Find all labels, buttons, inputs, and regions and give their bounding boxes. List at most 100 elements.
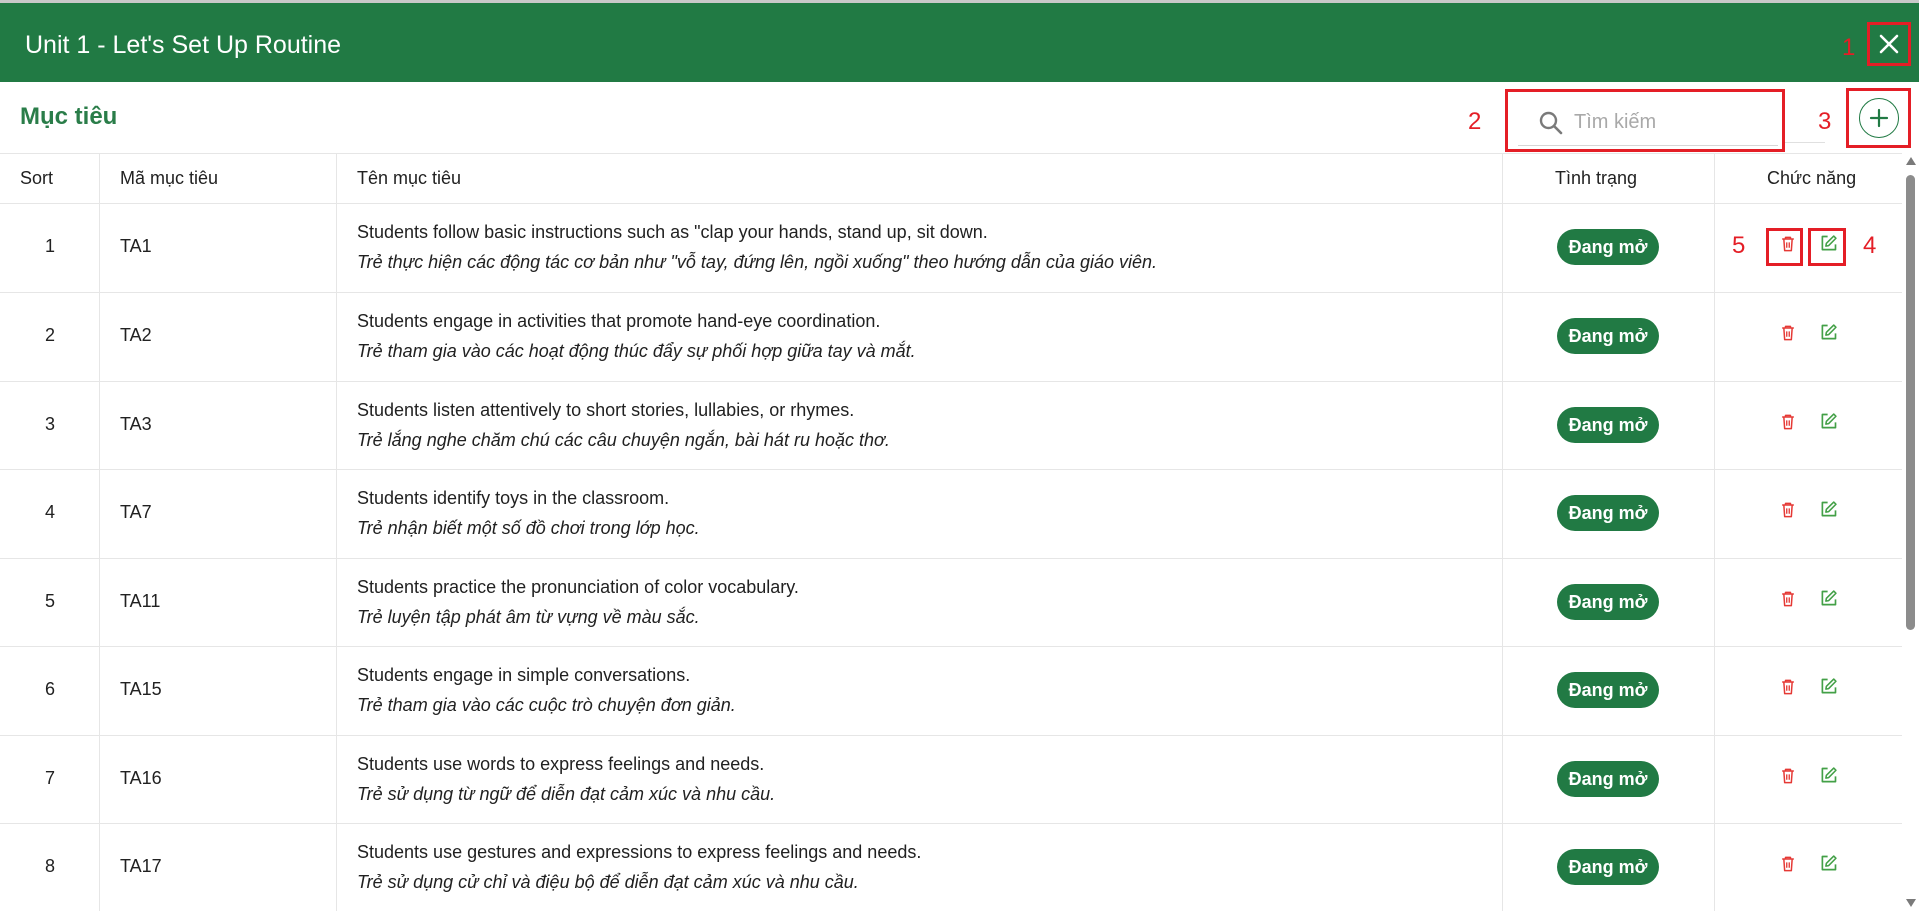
edit-button[interactable]: [1816, 323, 1840, 347]
column-header-status[interactable]: Tình trạng: [1555, 167, 1637, 189]
edit-icon: [1818, 853, 1839, 879]
status-badge[interactable]: Đang mở: [1557, 761, 1659, 797]
trash-icon: [1778, 677, 1798, 702]
cell-name-en: Students listen attentively to short sto…: [357, 400, 855, 420]
edit-button[interactable]: [1816, 677, 1840, 701]
scroll-up-arrow[interactable]: [1906, 157, 1916, 165]
cell-name-vi: Trẻ luyện tập phát âm từ vựng về màu sắc…: [357, 607, 700, 627]
cell-name-vi: Trẻ sử dụng từ ngữ để diễn đạt cảm xúc v…: [357, 784, 776, 804]
delete-button[interactable]: [1776, 500, 1800, 524]
cell-name-vi: Trẻ sử dụng cử chỉ và điệu bộ để diễn đạ…: [357, 872, 859, 892]
column-divider: [1502, 153, 1503, 911]
edit-button[interactable]: [1816, 500, 1840, 524]
cell-sort: 8: [44, 856, 55, 876]
status-badge[interactable]: Đang mở: [1557, 672, 1659, 708]
trash-icon: [1778, 589, 1798, 614]
scroll-thumb[interactable]: [1906, 175, 1915, 630]
status-badge[interactable]: Đang mở: [1557, 318, 1659, 354]
annotation-3: 3: [1818, 108, 1832, 135]
delete-button[interactable]: [1776, 766, 1800, 790]
close-button[interactable]: [1867, 22, 1911, 66]
search-input[interactable]: [1574, 105, 1769, 139]
cell-name-vi: Trẻ tham gia vào các hoạt động thúc đẩy …: [357, 341, 916, 361]
cell-name-en: Students engage in simple conversations.: [357, 665, 691, 685]
trash-icon: [1778, 500, 1798, 525]
cell-name-vi: Trẻ lắng nghe chăm chú các câu chuyện ng…: [357, 430, 890, 450]
annotation-5: 5: [1732, 232, 1746, 259]
edit-button[interactable]: [1816, 589, 1840, 613]
edit-button[interactable]: [1816, 412, 1840, 436]
edit-icon: [1818, 499, 1839, 525]
cell-sort: 6: [44, 679, 55, 699]
cell-sort: 1: [44, 236, 55, 256]
edit-icon: [1818, 411, 1839, 437]
cell-name-en: Students practice the pronunciation of c…: [357, 577, 799, 597]
annotation-2: 2: [1468, 108, 1482, 135]
scroll-down-arrow[interactable]: [1906, 899, 1916, 907]
delete-highlight: [1766, 228, 1803, 266]
vertical-scrollbar[interactable]: [1902, 153, 1919, 911]
cell-code: TA2: [120, 325, 152, 345]
cell-name-vi: Trẻ nhận biết một số đồ chơi trong lớp h…: [357, 518, 700, 538]
cell-name-en: Students engage in activities that promo…: [357, 311, 881, 331]
add-highlight: [1846, 88, 1911, 148]
delete-button[interactable]: [1776, 854, 1800, 878]
cell-name-vi: Trẻ tham gia vào các cuộc trò chuyện đơn…: [357, 695, 736, 715]
edit-highlight: [1808, 228, 1846, 266]
edit-icon: [1818, 588, 1839, 614]
plus-icon: [1869, 108, 1889, 128]
status-badge[interactable]: Đang mở: [1557, 849, 1659, 885]
cell-name-en: Students identify toys in the classroom.: [357, 488, 670, 508]
annotation-1: 1: [1842, 34, 1856, 61]
column-divider: [99, 153, 100, 911]
search-highlight: [1505, 89, 1785, 152]
status-badge[interactable]: Đang mở: [1557, 229, 1659, 265]
cell-name-en: Students use words to express feelings a…: [357, 754, 765, 774]
trash-icon: [1778, 766, 1798, 791]
column-header-sort[interactable]: Sort: [20, 167, 53, 189]
cell-name-en: Students use gestures and expressions to…: [357, 842, 922, 862]
edit-icon: [1818, 765, 1839, 791]
delete-button[interactable]: [1776, 677, 1800, 701]
cell-code: TA17: [120, 856, 162, 876]
delete-button[interactable]: [1776, 589, 1800, 613]
cell-code: TA11: [120, 591, 161, 611]
edit-icon: [1818, 676, 1839, 702]
cell-name-vi: Trẻ thực hiện các động tác cơ bản như "v…: [357, 252, 1158, 272]
dialog-header: Unit 1 - Let's Set Up Routine: [0, 3, 1919, 82]
status-badge[interactable]: Đang mở: [1557, 584, 1659, 620]
edit-icon: [1818, 322, 1839, 348]
status-badge[interactable]: Đang mở: [1557, 407, 1659, 443]
cell-code: TA1: [120, 236, 152, 256]
section-title: Mục tiêu: [20, 103, 118, 130]
cell-sort: 2: [44, 325, 55, 345]
edit-button[interactable]: [1816, 854, 1840, 878]
cell-sort: 4: [44, 502, 55, 522]
column-header-name[interactable]: Tên mục tiêu: [357, 167, 461, 189]
annotation-4: 4: [1863, 232, 1877, 259]
add-button[interactable]: [1859, 98, 1899, 138]
cell-code: TA3: [120, 414, 152, 434]
trash-icon: [1778, 412, 1798, 437]
delete-button[interactable]: [1776, 412, 1800, 436]
edit-button[interactable]: [1816, 766, 1840, 790]
cell-code: TA15: [120, 679, 162, 699]
search-icon: [1539, 111, 1563, 135]
cell-sort: 7: [44, 768, 55, 788]
cell-code: TA16: [120, 768, 162, 788]
column-header-actions: Chức năng: [1767, 168, 1857, 188]
cell-code: TA7: [120, 502, 152, 522]
search-field[interactable]: [1518, 100, 1778, 146]
cell-name-en: Students follow basic instructions such …: [357, 222, 988, 242]
dialog-title: Unit 1 - Let's Set Up Routine: [25, 31, 342, 59]
trash-icon: [1778, 854, 1798, 879]
cell-sort: 5: [44, 591, 55, 611]
column-divider: [336, 153, 337, 911]
cell-sort: 3: [44, 414, 55, 434]
close-icon: [1879, 34, 1899, 54]
delete-button[interactable]: [1776, 323, 1800, 347]
status-badge[interactable]: Đang mở: [1557, 495, 1659, 531]
column-header-code[interactable]: Mã mục tiêu: [120, 167, 218, 189]
column-divider: [1714, 153, 1715, 911]
trash-icon: [1778, 323, 1798, 348]
